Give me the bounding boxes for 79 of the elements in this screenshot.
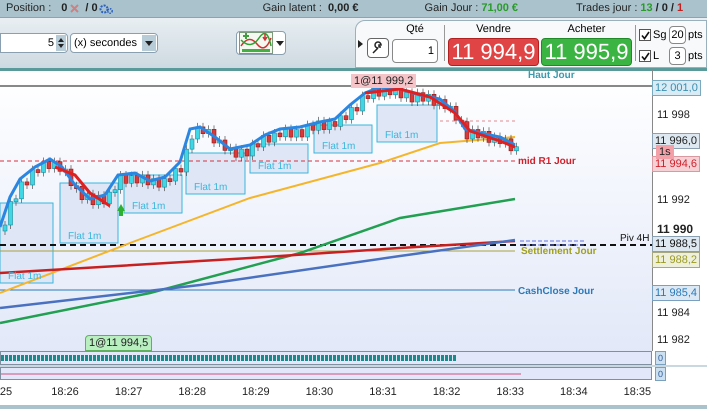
points-field[interactable]: 3 — [669, 47, 686, 65]
time-tick-label: 18:28 — [178, 387, 206, 398]
level-label: Piv 4H — [620, 234, 650, 244]
flat-range-label: Flat 1m — [8, 272, 42, 282]
price-tick-label: 11 982 — [657, 335, 690, 346]
flat-range-box — [314, 124, 372, 154]
order-marker: 1@11 999,2 — [351, 74, 416, 88]
option-label: Sg — [653, 28, 668, 43]
quantity-label: Qté — [406, 22, 424, 36]
time-tick-label: 18:32 — [432, 387, 460, 398]
position-total: / 0 — [85, 1, 98, 16]
time-tick-label: 18:33 — [496, 387, 524, 398]
points-unit: pts — [688, 48, 703, 64]
dashed-level-marks — [520, 240, 586, 246]
price-tag: 11 988,5 — [652, 236, 700, 252]
price-tick-label: 11 990 — [657, 223, 694, 235]
checkbox[interactable] — [639, 50, 651, 62]
price-tag: 11 994,6 — [652, 156, 700, 172]
triangle-icon — [358, 40, 363, 48]
spinner-icon[interactable] — [56, 35, 66, 51]
sell-button[interactable]: 11 994,9 — [448, 38, 539, 66]
time-tick-label: 18:31 — [369, 387, 397, 398]
interval-field[interactable]: 5 — [0, 33, 68, 53]
flat-range-label: Flat 1m — [68, 232, 102, 242]
wrench-icon — [371, 41, 385, 55]
checkbox[interactable] — [639, 29, 651, 41]
time-tick-label: 18:35 — [624, 387, 652, 398]
flat-range-box — [186, 152, 246, 194]
caret-icon — [142, 35, 156, 51]
level-label: mid R1 Jour — [518, 157, 576, 167]
caret-icon — [275, 39, 285, 47]
level-label: CashClose Jour — [518, 287, 594, 297]
interval-unit-dropdown[interactable]: (x) secondes — [70, 33, 158, 53]
flat-range-label: Flat 1m — [322, 142, 356, 152]
points-unit: pts — [688, 28, 703, 43]
flat-range-box — [376, 104, 438, 142]
chart-tools-button[interactable] — [236, 31, 286, 55]
price-tick-label: 11 984 — [657, 308, 690, 319]
flat-range-label: Flat 1m — [132, 202, 166, 212]
flat-range-label: Flat 1m — [194, 183, 228, 193]
indicator-value: 0 — [655, 367, 666, 381]
trades-label: Trades jour : — [576, 1, 638, 16]
price-tag: 11 985,4 — [652, 285, 700, 301]
price-tick-label: 11 998 — [657, 110, 690, 121]
trades-flat: / 0 / — [656, 1, 674, 16]
level-label: Settlement Jour — [521, 247, 597, 257]
chart-indicator-icon — [239, 32, 273, 54]
trades-lost: 1 — [676, 1, 684, 16]
price-tag: 12 001,0 — [652, 80, 701, 96]
sell-label: Vendre — [476, 22, 511, 36]
trades-won: 13 — [640, 1, 653, 16]
settings-button[interactable] — [367, 38, 389, 58]
order-marker: 1@11 994,5 — [85, 335, 152, 351]
price-tag: 11 988,2 — [652, 252, 700, 268]
level-label: Haut Jour — [528, 71, 575, 81]
position-label: Position : — [6, 1, 52, 16]
gain-latent-label: Gain latent : — [262, 1, 322, 16]
time-tick-label: 18:30 — [306, 387, 334, 398]
time-tick-label: 18:26 — [51, 387, 79, 398]
time-tick-label: 25 — [0, 387, 12, 398]
position-value: 0 — [61, 1, 68, 16]
time-tick-label: 18:27 — [114, 387, 142, 398]
gain-jour-value: 71,00 € — [481, 1, 518, 16]
flat-range-label: Flat 1m — [258, 162, 292, 172]
price-tick-label: 11 992 — [657, 195, 690, 206]
flat-range-label: Flat 1m — [385, 131, 418, 141]
flat-range-box — [250, 144, 308, 174]
gain-jour-label: Gain Jour : — [424, 1, 478, 16]
up-arrow-icon — [117, 204, 125, 216]
points-field[interactable]: 20 — [669, 26, 686, 44]
time-tick-label: 18:29 — [242, 387, 270, 398]
settings-icon[interactable] — [98, 2, 113, 14]
timer-tag: 1s — [656, 145, 674, 159]
quantity-field[interactable]: 1 — [392, 39, 438, 63]
option-label: L — [653, 48, 660, 64]
time-tick-label: 18:34 — [560, 387, 588, 398]
buy-label: Acheter — [568, 22, 606, 36]
indicator-value: 0 — [655, 351, 666, 365]
gain-latent-value: 0,00 € — [328, 1, 359, 16]
